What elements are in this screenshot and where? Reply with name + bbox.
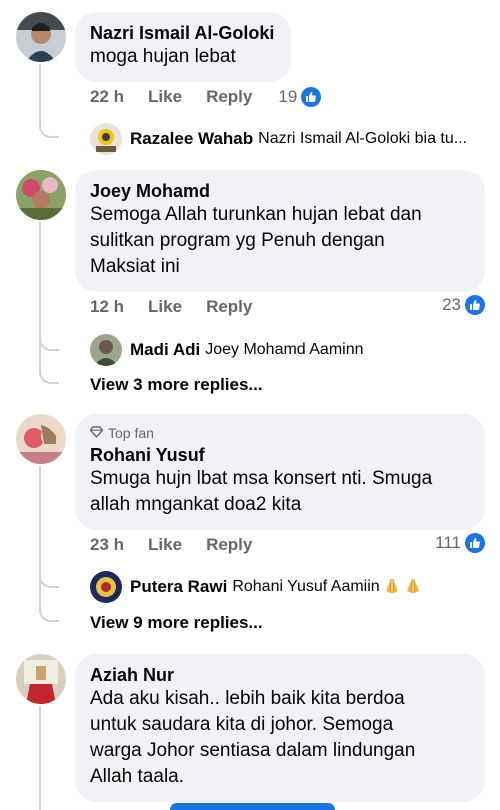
praying-hands-icon <box>380 577 401 597</box>
reply-button[interactable]: Reply <box>206 297 252 317</box>
comment-actions: 22 h Like Reply 19 <box>90 85 322 109</box>
reply-text: Rohani Yusuf Aamiin <box>232 578 380 595</box>
comment-text: Ada aku kisah.. lebih baik kita berdoa u… <box>90 688 416 787</box>
like-thumb-icon[interactable] <box>465 295 485 315</box>
badge-label: Top fan <box>108 425 154 441</box>
reaction-count[interactable]: 23 <box>442 295 461 315</box>
thread-line <box>39 706 41 810</box>
thread-elbow <box>39 120 59 138</box>
praying-hands-icon <box>401 577 422 597</box>
like-button[interactable]: Like <box>148 297 182 317</box>
reply-preview[interactable]: Razalee Wahab Nazri Ismail Al-Goloki bia… <box>90 123 467 155</box>
comment-bubble: Joey Mohamd Semoga Allah turunkan hujan … <box>75 170 485 292</box>
comment-time[interactable]: 12 h <box>90 297 124 317</box>
comment-actions: 23 h Like Reply <box>90 533 276 557</box>
comment-bubble: Nazri Ismail Al-Goloki moga hujan lebat <box>75 12 291 82</box>
like-button[interactable]: Like <box>148 87 182 107</box>
reaction-count[interactable]: 19 <box>278 87 297 107</box>
comment-text: Smuga hujn lbat msa konsert nti. Smuga a… <box>90 468 433 515</box>
reply-text: Joey Mohamd Aaminn <box>205 341 364 358</box>
thread-line <box>39 466 41 611</box>
comment-time[interactable]: 23 h <box>90 535 124 555</box>
view-more-replies-link[interactable]: View 3 more replies... <box>90 375 263 395</box>
reply-preview[interactable]: Madi Adi Joey Mohamd Aaminn <box>90 334 364 366</box>
reaction-summary[interactable]: 111 <box>435 533 485 553</box>
thread-line <box>39 64 41 124</box>
reply-author[interactable]: Putera Rawi <box>130 577 227 597</box>
like-thumb-icon[interactable] <box>301 87 322 107</box>
avatar[interactable] <box>16 654 66 704</box>
avatar[interactable] <box>16 12 66 62</box>
thread-elbow <box>39 570 59 588</box>
comment-bubble: Top fan Rohani Yusuf Smuga hujn lbat msa… <box>75 414 485 530</box>
reply-author[interactable]: Madi Adi <box>130 340 200 360</box>
avatar[interactable] <box>90 123 122 155</box>
comment-actions: 12 h Like Reply <box>90 295 276 319</box>
comment-author[interactable]: Rohani Yusuf <box>90 444 469 466</box>
reply-button[interactable]: Reply <box>206 535 252 555</box>
reaction-count[interactable]: 111 <box>435 533 461 553</box>
avatar[interactable] <box>16 170 66 220</box>
reply-preview[interactable]: Putera Rawi Rohani Yusuf Aamiin <box>90 571 422 603</box>
floating-pill[interactable] <box>170 803 335 810</box>
comment-author[interactable]: Nazri Ismail Al-Goloki <box>90 22 275 44</box>
top-fan-badge: Top fan <box>89 424 469 442</box>
diamond-badge-icon <box>89 424 104 442</box>
avatar[interactable] <box>90 334 122 366</box>
thread-elbow <box>39 604 59 622</box>
comment-text: Semoga Allah turunkan hujan lebat dan su… <box>90 204 422 277</box>
like-button[interactable]: Like <box>148 535 182 555</box>
comment-bubble: Aziah Nur Ada aku kisah.. lebih baik kit… <box>75 654 485 802</box>
reply-author[interactable]: Razalee Wahab <box>130 129 253 149</box>
avatar[interactable] <box>90 571 122 603</box>
view-more-replies-link[interactable]: View 9 more replies... <box>90 613 263 633</box>
thread-elbow <box>39 333 59 351</box>
comment-author[interactable]: Aziah Nur <box>90 664 469 686</box>
thread-line <box>39 222 41 372</box>
reply-text: Nazri Ismail Al-Goloki bia tu... <box>258 130 468 147</box>
like-thumb-icon[interactable] <box>465 533 485 553</box>
comment-author[interactable]: Joey Mohamd <box>90 180 469 202</box>
comment-time[interactable]: 22 h <box>90 87 124 107</box>
reply-button[interactable]: Reply <box>206 87 252 107</box>
reaction-summary[interactable]: 23 <box>442 295 485 315</box>
avatar[interactable] <box>16 414 66 464</box>
comment-text: moga hujan lebat <box>90 46 236 67</box>
thread-elbow <box>39 366 59 384</box>
